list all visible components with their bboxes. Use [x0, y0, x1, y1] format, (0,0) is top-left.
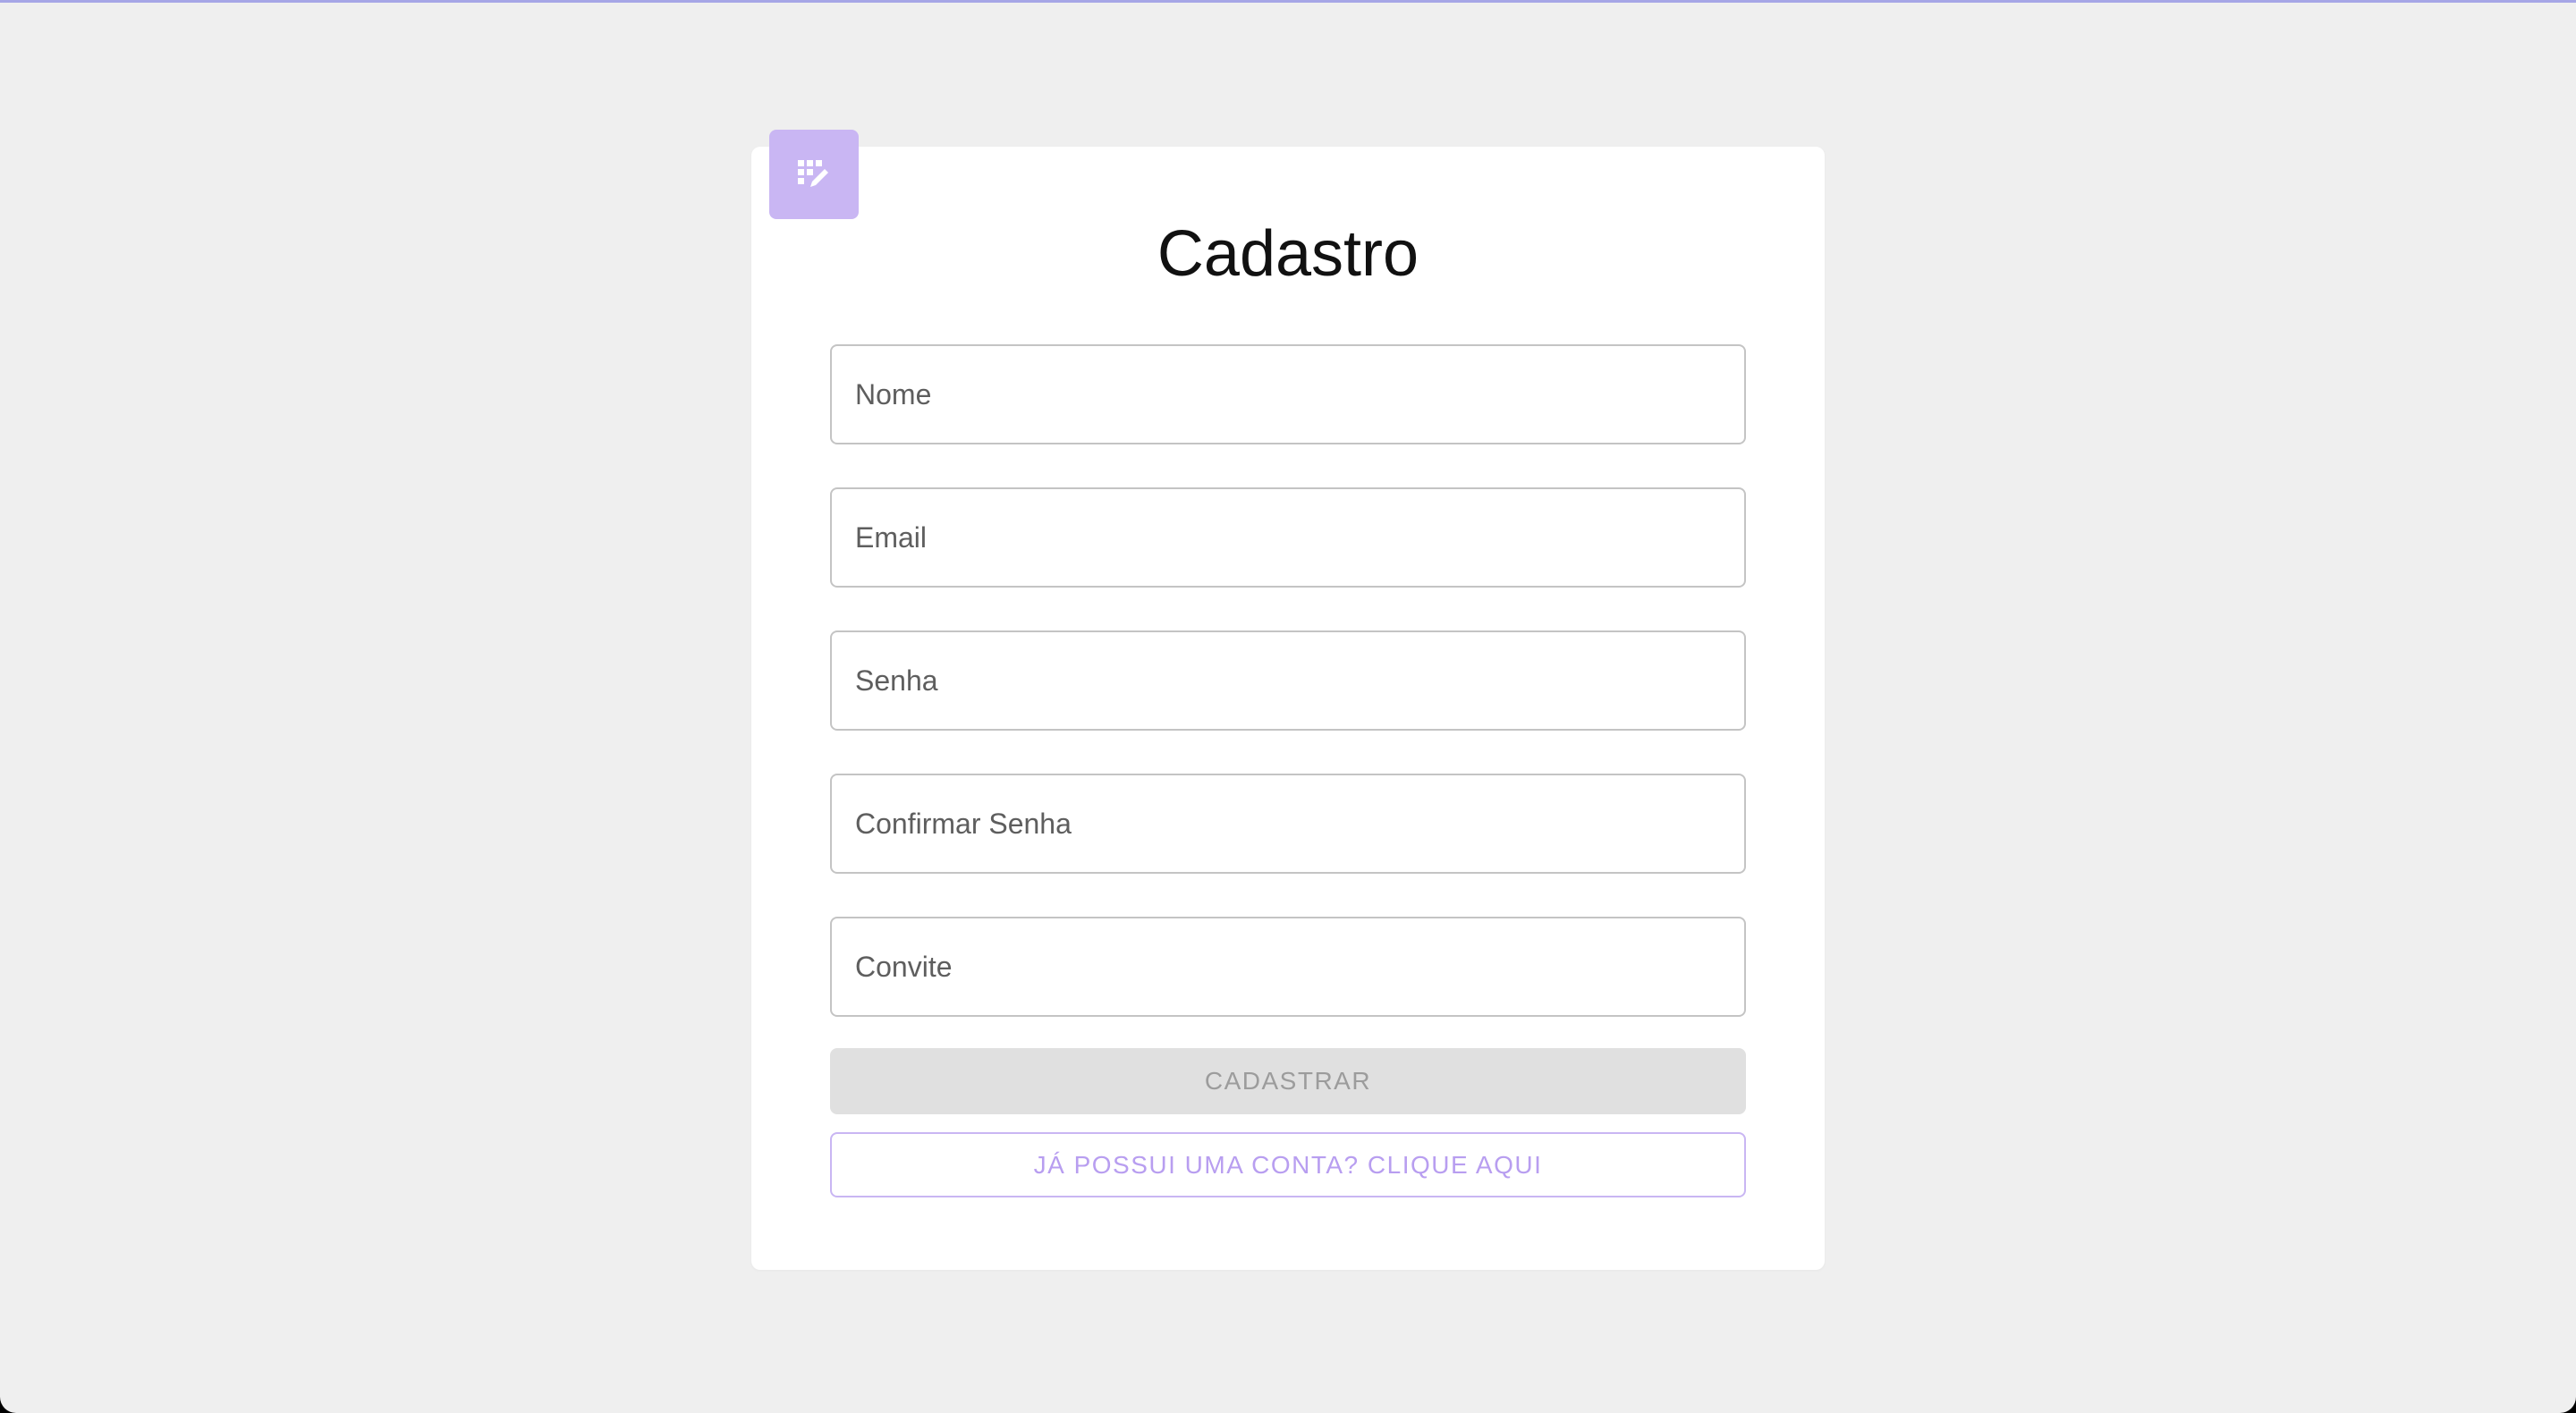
name-input[interactable]	[830, 344, 1746, 444]
app-logo-badge	[769, 130, 859, 219]
register-button[interactable]: CADASTRAR	[830, 1048, 1746, 1114]
confirm-password-input[interactable]	[830, 774, 1746, 874]
top-accent-line	[0, 0, 2576, 3]
app-register-icon	[798, 160, 828, 187]
page-background: Cadastro CADASTRAR JÁ POSSUI UMA CONTA? …	[0, 0, 2576, 1413]
email-input[interactable]	[830, 487, 1746, 588]
login-link-button[interactable]: JÁ POSSUI UMA CONTA? CLIQUE AQUI	[830, 1132, 1746, 1197]
invite-code-input[interactable]	[830, 917, 1746, 1017]
page-title: Cadastro	[1157, 218, 1419, 290]
password-input[interactable]	[830, 630, 1746, 731]
